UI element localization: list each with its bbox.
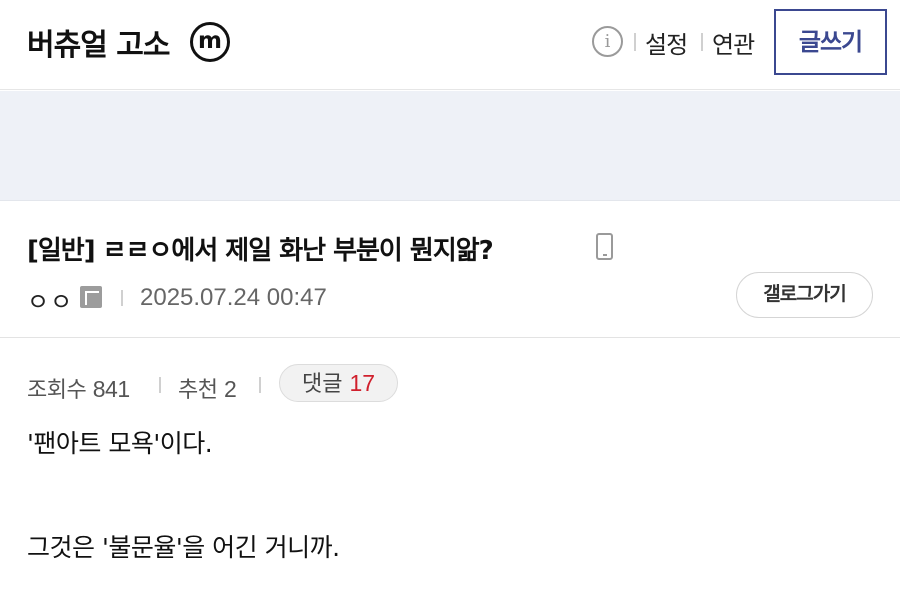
gallog-button[interactable]: 갤로그가기 bbox=[736, 272, 873, 318]
write-post-button[interactable]: 글쓰기 bbox=[774, 9, 887, 75]
comment-count-button[interactable]: 댓글 17 bbox=[279, 364, 398, 402]
comment-count-value: 17 bbox=[349, 370, 376, 396]
view-count: 조회수 841 bbox=[27, 372, 130, 404]
fixed-nick-icon bbox=[80, 286, 102, 308]
gallery-title[interactable]: 버츄얼 고소 bbox=[27, 20, 170, 64]
banner-area bbox=[0, 91, 900, 201]
view-count-label: 조회수 bbox=[27, 378, 87, 403]
minor-gallery-badge-icon: m bbox=[190, 22, 230, 62]
divider bbox=[634, 33, 636, 51]
recommend-count-value: 2 bbox=[223, 376, 237, 402]
post-date: 2025.07.24 00:47 bbox=[140, 284, 327, 311]
author-nickname[interactable]: ㅇㅇ bbox=[27, 282, 73, 317]
divider bbox=[159, 377, 161, 393]
divider bbox=[701, 33, 703, 51]
related-gallery-link[interactable]: 연관 bbox=[712, 25, 755, 60]
comment-count-label: 댓글 bbox=[301, 372, 343, 397]
divider bbox=[259, 377, 261, 393]
top-header-bar: 버츄얼 고소 m i 설정 연관 글쓰기 bbox=[0, 0, 900, 90]
post-header: [일반] ㄹㄹㅇ에서 제일 화난 부분이 뭔지앎? ㅇㅇ 2025.07.24 … bbox=[0, 202, 900, 338]
recommend-count: 추천 2 bbox=[178, 372, 237, 404]
recommend-count-label: 추천 bbox=[178, 378, 218, 403]
divider bbox=[121, 290, 123, 306]
post-title: [일반] ㄹㄹㅇ에서 제일 화난 부분이 뭔지앎? bbox=[27, 236, 494, 266]
view-count-value: 841 bbox=[92, 376, 130, 402]
info-icon[interactable]: i bbox=[592, 26, 623, 57]
post-body-line: '팬아트 모욕'이다. bbox=[27, 429, 213, 458]
post-body-line: 그것은 '불문율'을 어긴 거니까. bbox=[27, 533, 340, 562]
mobile-phone-icon bbox=[596, 233, 613, 260]
settings-link[interactable]: 설정 bbox=[645, 25, 688, 60]
